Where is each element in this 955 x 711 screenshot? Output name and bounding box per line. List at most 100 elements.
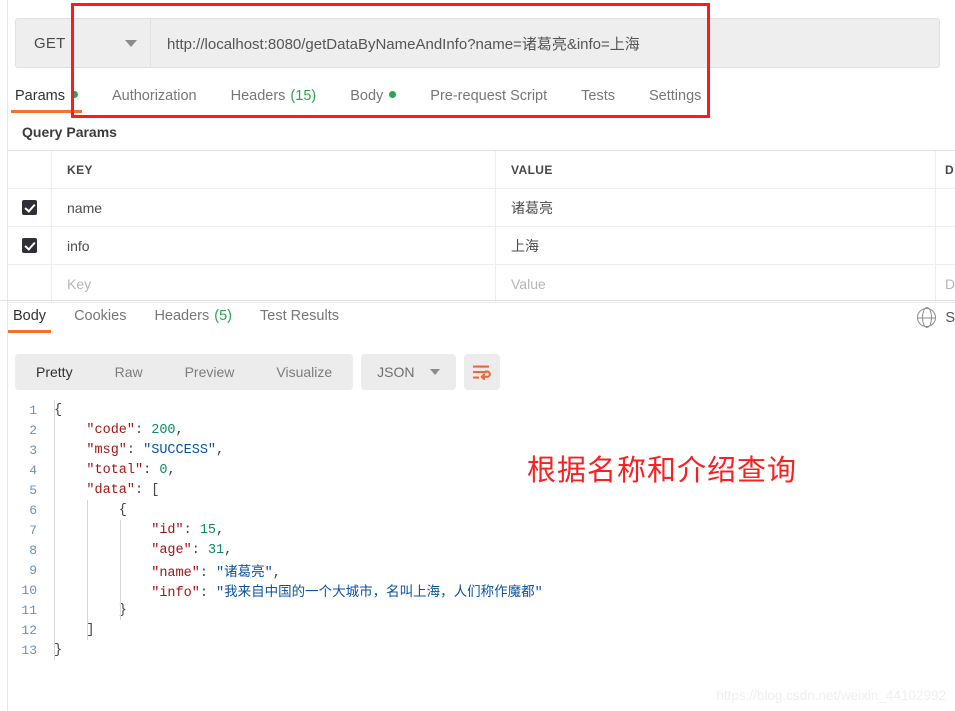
watermark-text: https://blog.csdn.net/weixin_44102992 xyxy=(716,688,946,703)
code-line: 9 "name": "诸葛亮", xyxy=(8,560,955,580)
line-number: 3 xyxy=(8,443,46,458)
code-line-text: "name": "诸葛亮", xyxy=(46,560,281,581)
code-token: } xyxy=(54,603,127,618)
params-key-input-text: name xyxy=(67,200,102,216)
code-token: { xyxy=(54,503,127,518)
params-row: name 诸葛亮 xyxy=(8,189,955,227)
code-line: 11 } xyxy=(8,600,955,620)
response-tab-headers[interactable]: Headers(5) xyxy=(154,308,232,333)
code-token: , xyxy=(216,443,224,458)
chevron-down-icon xyxy=(430,369,440,375)
code-line: 3 "msg": "SUCCESS", xyxy=(8,440,955,460)
line-number: 11 xyxy=(8,603,46,618)
code-token xyxy=(54,566,151,581)
line-number: 12 xyxy=(8,623,46,638)
code-token xyxy=(54,443,86,458)
modified-dot-icon xyxy=(389,91,396,98)
globe-icon[interactable] xyxy=(917,308,936,327)
content-type-selector[interactable]: JSON xyxy=(361,354,455,390)
code-token: "msg" xyxy=(86,443,127,458)
code-token: "code" xyxy=(86,423,135,438)
code-line: 13} xyxy=(8,640,955,660)
code-token xyxy=(54,463,86,478)
code-token: "data" xyxy=(86,483,135,498)
request-tab-label: Authorization xyxy=(112,88,197,104)
request-tab-label: Params xyxy=(15,88,65,104)
params-key-input-text: info xyxy=(67,238,90,254)
params-header-key-text: KEY xyxy=(67,163,93,177)
code-token: "id" xyxy=(151,523,183,538)
code-token: "name" xyxy=(151,566,200,581)
line-number: 13 xyxy=(8,643,46,658)
code-line: 8 "age": 31, xyxy=(8,540,955,560)
params-value-input[interactable]: 诸葛亮 xyxy=(496,189,936,226)
code-token xyxy=(54,423,86,438)
indent-guide xyxy=(120,520,121,620)
code-token: , xyxy=(224,543,232,558)
line-number: 5 xyxy=(8,483,46,498)
params-empty-value-input[interactable]: Value xyxy=(496,265,936,302)
code-token: : xyxy=(135,423,151,438)
params-row-checkbox-cell xyxy=(8,189,52,226)
request-url-row: GET http://localhost:8080/getDataByNameA… xyxy=(15,18,940,68)
format-tab-visualize[interactable]: Visualize xyxy=(255,354,353,390)
code-token: : xyxy=(200,566,216,581)
params-description-input[interactable] xyxy=(936,189,955,226)
params-header-value: VALUE xyxy=(496,151,936,188)
request-tab-tests[interactable]: Tests xyxy=(581,88,615,113)
request-tab-headers[interactable]: Headers(15) xyxy=(231,88,317,113)
params-value-input[interactable]: 上海 xyxy=(496,227,936,264)
params-description-input[interactable] xyxy=(936,227,955,264)
code-line: 2 "code": 200, xyxy=(8,420,955,440)
response-tab-count: (5) xyxy=(214,308,232,324)
params-key-input[interactable]: info xyxy=(52,227,496,264)
request-tab-body[interactable]: Body xyxy=(350,88,396,113)
query-params-table: KEY VALUE Dname 诸葛亮 info 上海KeyValueD xyxy=(8,150,955,303)
code-line: 10 "info": "我来自中国的一个大城市，名叫上海，人们称作魔都" xyxy=(8,580,955,600)
request-tab-label: Tests xyxy=(581,88,615,104)
params-header-key: KEY xyxy=(52,151,496,188)
request-tab-pre-request-script[interactable]: Pre-request Script xyxy=(430,88,547,113)
request-tab-settings[interactable]: Settings xyxy=(649,88,701,113)
word-wrap-icon xyxy=(472,364,491,381)
response-body-code[interactable]: 1{2 "code": 200,3 "msg": "SUCCESS",4 "to… xyxy=(8,400,955,690)
params-empty-key-input[interactable]: Key xyxy=(52,265,496,302)
left-gutter-rail xyxy=(0,0,8,711)
params-row-checkbox[interactable] xyxy=(22,200,37,215)
request-tab-params[interactable]: Params xyxy=(15,88,78,113)
params-row-checkbox[interactable] xyxy=(22,238,37,253)
params-empty-description-input[interactable]: D xyxy=(936,265,955,302)
response-tab-label: Body xyxy=(13,308,46,324)
params-key-input[interactable]: name xyxy=(52,189,496,226)
query-params-caption: Query Params xyxy=(22,124,117,140)
code-token: "我来自中国的一个大城市，名叫上海，人们称作魔都" xyxy=(216,586,543,601)
format-tab-raw[interactable]: Raw xyxy=(94,354,164,390)
code-token: } xyxy=(54,643,62,658)
url-input[interactable]: http://localhost:8080/getDataByNameAndIn… xyxy=(150,18,940,68)
code-token: "info" xyxy=(151,586,200,601)
response-tab-test-results[interactable]: Test Results xyxy=(260,308,339,333)
params-row-checkbox-cell xyxy=(8,227,52,264)
response-actions: S xyxy=(917,308,955,327)
code-line: 7 "id": 15, xyxy=(8,520,955,540)
code-token: "SUCCESS" xyxy=(143,443,216,458)
code-token: ] xyxy=(54,623,95,638)
code-token xyxy=(54,543,151,558)
http-method-selector[interactable]: GET xyxy=(15,18,150,68)
format-tab-preview[interactable]: Preview xyxy=(164,354,256,390)
save-response-label[interactable]: S xyxy=(945,310,955,326)
params-empty-row: KeyValueD xyxy=(8,265,955,303)
response-tab-cookies[interactable]: Cookies xyxy=(74,308,126,333)
code-token: { xyxy=(54,403,62,418)
params-value-input-text: 诸葛亮 xyxy=(511,198,553,218)
request-tab-authorization[interactable]: Authorization xyxy=(112,88,197,113)
request-tabs: Params Authorization Headers(15) Body Pre-re… xyxy=(15,88,940,121)
code-token: , xyxy=(216,523,224,538)
code-line-text: "age": 31, xyxy=(46,543,232,558)
format-tab-pretty[interactable]: Pretty xyxy=(15,354,94,390)
request-tab-count: (15) xyxy=(290,88,316,104)
word-wrap-button[interactable] xyxy=(464,354,500,390)
line-number: 6 xyxy=(8,503,46,518)
code-line-text: "msg": "SUCCESS", xyxy=(46,443,224,458)
response-tab-body[interactable]: Body xyxy=(13,308,46,333)
